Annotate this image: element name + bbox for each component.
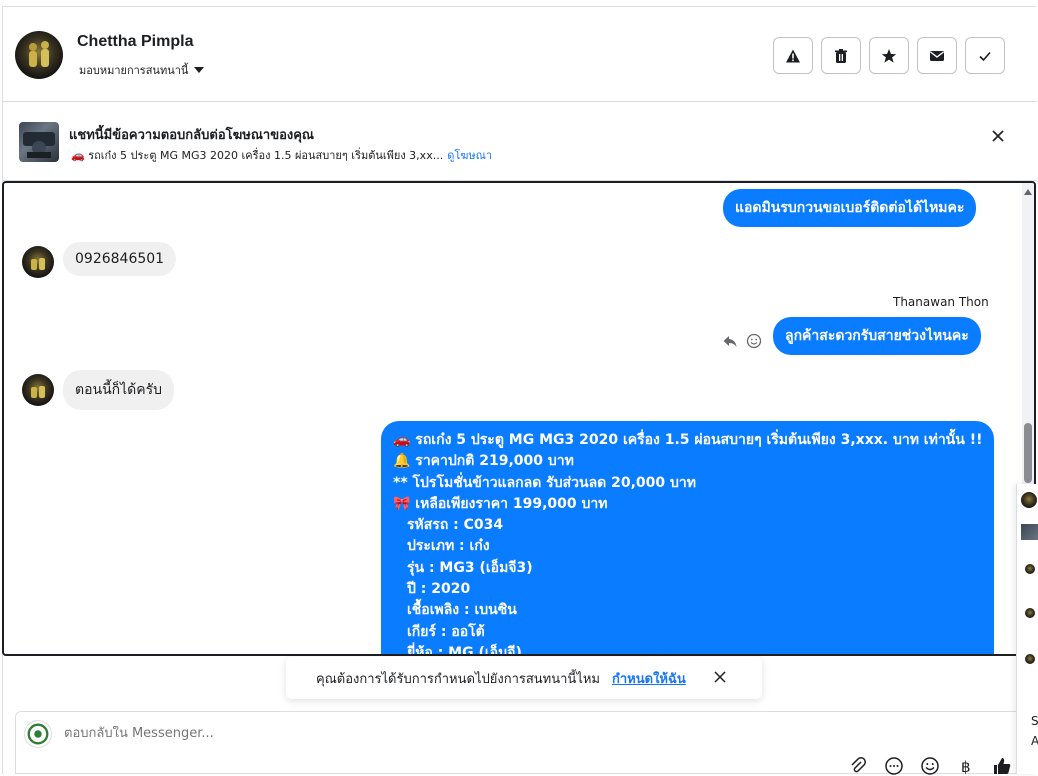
ad-detail-line: 🔔 ราคาปกติ 219,000 บาท: [393, 453, 574, 470]
ad-detail-line: รุ่น : MG3 (เอ็มจี3): [407, 559, 533, 576]
warning-icon: [786, 49, 800, 62]
close-icon[interactable]: [712, 669, 728, 685]
reply-icon[interactable]: [722, 333, 738, 349]
star-icon: [881, 48, 897, 63]
message-outgoing: ลูกค้าสะดวกรับสายช่วงไหนคะ: [773, 317, 981, 355]
chevron-down-icon: [194, 67, 205, 73]
assign-dropdown[interactable]: มอบหมายการสนทนานี้: [79, 61, 205, 79]
ad-description: 🚗 รถเก๋ง 5 ประตู MG MG3 2020 เครื่อง 1.5…: [71, 149, 444, 162]
contact-avatar: [1025, 608, 1035, 618]
contact-avatar: [22, 246, 54, 278]
ad-detail-line: เกียร์ : ออโต้: [407, 623, 485, 640]
star-button[interactable]: [869, 37, 909, 74]
ad-detail-line: 🚗 รถเก๋ง 5 ประตู MG MG3 2020 เครื่อง 1.5…: [393, 432, 983, 448]
view-ad-link[interactable]: ดูโฆษณา: [447, 146, 492, 164]
contact-avatar: [22, 374, 54, 406]
conversation-header: Chettha Pimpla มอบหมายการสนทนานี้: [3, 7, 1037, 102]
reminder-text: คุณต้องการได้รับการกำหนดไปยังการสนทนานี้…: [316, 672, 600, 687]
ad-context-banner: แชทนี้มีข้อความตอบกลับต่อโฆษณาของคุณ 🚗 ร…: [3, 103, 1037, 181]
header-actions: [773, 37, 1005, 74]
message-incoming: ตอนนี้ก็ได้ครับ: [63, 370, 175, 410]
like-icon[interactable]: [992, 756, 1012, 776]
emoji-icon[interactable]: [920, 756, 940, 776]
assign-to-me-link[interactable]: กำหนดให้ฉัน: [612, 668, 686, 689]
ad-detail-line: ** โปรโมชั่นข้าวแลกลด รับส่วนลด 20,000 บ…: [393, 474, 696, 491]
message-thread[interactable]: แอดมินรบกวนขอเบอร์ติดต่อได้ไหมคะ 0926846…: [2, 181, 1036, 656]
page-avatar: [24, 720, 52, 748]
check-icon: [979, 51, 991, 61]
side-panel-peek: S A: [1016, 484, 1038, 774]
ad-detail-line: ประเภท : เก๋ง: [407, 538, 490, 555]
contact-avatar: [1025, 654, 1035, 664]
ad-detail-line: ปี : 2020: [407, 581, 471, 598]
contact-avatar: [1021, 492, 1037, 508]
reply-composer: ฿: [15, 711, 1025, 776]
mark-unread-button[interactable]: [917, 37, 957, 74]
report-button[interactable]: [773, 37, 813, 74]
ad-detail-line: 🎀 เหลือเพียงราคา 199,000 บาท: [393, 495, 608, 512]
ad-detail-line: รหัสรถ : C034: [407, 517, 504, 534]
contact-name[interactable]: Chettha Pimpla: [77, 33, 193, 51]
ad-subtitle: 🚗 รถเก๋ง 5 ประตู MG MG3 2020 เครื่อง 1.5…: [71, 146, 492, 164]
assign-reminder-toast: คุณต้องการได้รับการกำหนดไปยังการสนทนานี้…: [286, 657, 762, 699]
message-outgoing: แอดมินรบกวนขอเบอร์ติดต่อได้ไหมคะ: [723, 189, 977, 227]
side-text: A: [1031, 734, 1038, 748]
message-outgoing-ad-details: 🚗 รถเก๋ง 5 ประตู MG MG3 2020 เครื่อง 1.5…: [381, 421, 994, 656]
mark-done-button[interactable]: [965, 37, 1005, 74]
scroll-up-arrow[interactable]: [1024, 189, 1032, 195]
close-icon[interactable]: [988, 126, 1008, 146]
baht-icon[interactable]: ฿: [956, 756, 976, 776]
delete-button[interactable]: [821, 37, 861, 74]
more-icon[interactable]: [884, 756, 904, 776]
message-tools: [722, 333, 762, 349]
attachment-icon[interactable]: [848, 756, 868, 776]
contact-avatar: [1025, 564, 1035, 574]
trash-icon: [835, 48, 847, 63]
ad-title: แชทนี้มีข้อความตอบกลับต่อโฆษณาของคุณ: [69, 128, 314, 143]
ad-detail-line: เชื้อเพลิง : เบนซิน: [407, 602, 517, 619]
ad-thumbnail: [1021, 524, 1038, 540]
sender-name: Thanawan Thon: [893, 295, 989, 309]
contact-avatar[interactable]: [15, 31, 63, 79]
svg-text:฿: ฿: [961, 758, 971, 776]
composer-toolbar: ฿: [848, 756, 1012, 776]
scroll-thumb[interactable]: [1024, 423, 1032, 483]
side-text: S: [1031, 714, 1038, 728]
reply-input[interactable]: [64, 726, 864, 741]
assign-label: มอบหมายการสนทนานี้: [79, 64, 189, 77]
ad-thumbnail: [19, 122, 59, 162]
envelope-icon: [930, 50, 944, 61]
ad-detail-line: ยี่ห้อ : MG (เอ็มจี): [407, 644, 522, 656]
message-incoming: 0926846501: [63, 242, 177, 276]
emoji-react-icon[interactable]: [746, 333, 762, 349]
